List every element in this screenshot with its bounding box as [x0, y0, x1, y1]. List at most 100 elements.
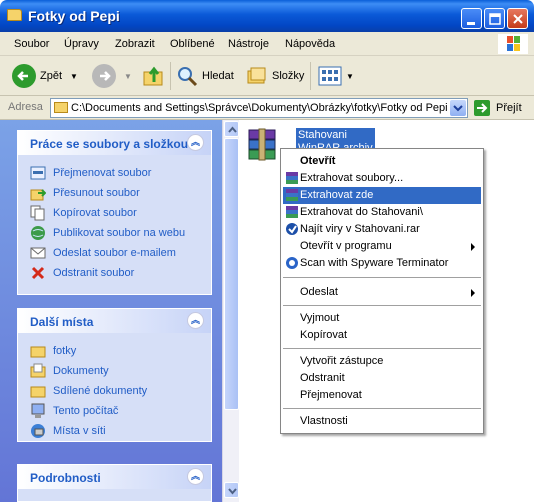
views-button[interactable]: ▼ [318, 61, 354, 91]
forward-button[interactable]: ▼ [92, 61, 132, 91]
up-folder-button[interactable] [142, 61, 166, 91]
menu-open-with[interactable]: Otevřít v programu [283, 238, 481, 255]
toolbar: Zpět ▼ ▼ Hledat Složky ▼ [0, 56, 534, 96]
place-shared-documents[interactable]: Sdílené dokumenty [30, 383, 147, 399]
shared-folder-icon [30, 386, 46, 398]
windows-logo-icon [498, 34, 528, 54]
search-icon [178, 67, 198, 87]
menu-separator [283, 277, 481, 278]
menu-soubor[interactable]: Soubor [14, 38, 49, 50]
forward-arrow-icon [92, 64, 116, 88]
menu-scan-viruses[interactable]: Najít viry v Stahovani.rar [283, 221, 481, 238]
panel-title[interactable]: Podrobnosti ︽ [18, 465, 211, 489]
up-folder-icon [143, 66, 163, 86]
antivirus-icon [286, 223, 298, 235]
address-input[interactable]: C:\Documents and Settings\Správce\Dokume… [50, 98, 468, 118]
task-pane: Práce se soubory a složkou ︽ Přejmenovat… [0, 120, 222, 502]
menu-extract-here[interactable]: Extrahovat zde [283, 187, 481, 204]
winrar-icon [286, 206, 298, 218]
task-publish[interactable]: Publikovat soubor na webu [30, 225, 185, 241]
file-tasks-panel: Práce se soubory a složkou ︽ Přejmenovat… [17, 130, 212, 295]
folder-icon [30, 346, 46, 358]
menu-upravy[interactable]: Úpravy [64, 38, 99, 50]
menu-copy[interactable]: Kopírovat [283, 327, 481, 344]
folders-icon [247, 67, 266, 84]
copy-icon [30, 205, 45, 221]
menu-napoveda[interactable]: Nápověda [285, 38, 335, 50]
address-bar: Adresa C:\Documents and Settings\Správce… [0, 96, 534, 120]
menu-nastroje[interactable]: Nástroje [228, 38, 269, 50]
menu-extract-to[interactable]: Extrahovat do Stahovani\ [283, 204, 481, 221]
computer-icon [31, 403, 45, 418]
place-my-computer[interactable]: Tento počítač [30, 403, 118, 419]
search-button[interactable]: Hledat [176, 61, 234, 91]
task-copy[interactable]: Kopírovat soubor [30, 205, 137, 221]
back-button[interactable]: Zpět ▼ [12, 61, 78, 91]
context-menu: Otevřít Extrahovat soubory... Extrahovat… [280, 148, 484, 434]
menu-delete[interactable]: Odstranit [283, 370, 481, 387]
menu-oblibene[interactable]: Oblíbené [170, 38, 215, 50]
forward-dropdown-icon[interactable]: ▼ [124, 72, 132, 81]
winrar-extract-icon [286, 189, 298, 201]
folder-icon [54, 102, 68, 113]
menu-open[interactable]: Otevřít [283, 153, 481, 170]
place-network[interactable]: Místa v síti [30, 423, 106, 439]
address-path: C:\Documents and Settings\Správce\Dokume… [71, 102, 448, 114]
task-email[interactable]: Odeslat soubor e-mailem [30, 245, 176, 261]
task-rename[interactable]: Přejmenovat soubor [30, 165, 151, 181]
delete-icon [31, 266, 45, 280]
address-dropdown-button[interactable] [450, 100, 466, 116]
spyware-terminator-icon [286, 257, 298, 269]
menu-separator [283, 408, 481, 409]
task-delete[interactable]: Odstranit soubor [30, 265, 134, 281]
chevron-down-icon [453, 105, 463, 112]
address-label: Adresa [8, 101, 43, 113]
place-fotky[interactable]: fotky [30, 343, 76, 359]
expand-icon[interactable]: ︽ [187, 468, 204, 485]
scroll-thumb[interactable] [224, 138, 239, 410]
go-button[interactable]: Přejít [474, 100, 522, 116]
maximize-button[interactable] [484, 8, 505, 29]
back-dropdown-icon[interactable]: ▼ [70, 72, 78, 81]
views-dropdown-icon[interactable]: ▼ [346, 72, 354, 81]
submenu-arrow-icon [471, 289, 475, 297]
menu-separator [283, 305, 481, 306]
minimize-button[interactable] [461, 8, 482, 29]
other-places-panel: Další místa ︽ fotky Dokumenty Sdílené do… [17, 308, 212, 442]
place-documents[interactable]: Dokumenty [30, 363, 109, 379]
globe-icon [31, 226, 45, 240]
folder-icon [7, 9, 22, 21]
network-icon [31, 424, 45, 438]
menu-extract-files[interactable]: Extrahovat soubory... [283, 170, 481, 187]
views-icon [318, 66, 342, 86]
menu-create-shortcut[interactable]: Vytvořit zástupce [283, 353, 481, 370]
rename-icon [30, 166, 46, 180]
folders-button[interactable]: Složky [246, 61, 304, 91]
vertical-scrollbar[interactable] [222, 120, 239, 502]
task-move[interactable]: Přesunout soubor [30, 185, 140, 201]
menu-rename[interactable]: Přejmenovat [283, 387, 481, 404]
panel-title[interactable]: Další místa ︽ [18, 309, 211, 333]
winrar-icon [286, 172, 298, 184]
chevron-down-icon [228, 488, 237, 495]
window-title: Fotky od Pepi [28, 8, 120, 24]
move-icon [30, 189, 46, 201]
chevron-up-icon [228, 126, 237, 133]
collapse-icon[interactable]: ︽ [187, 312, 204, 329]
menu-separator [283, 348, 481, 349]
collapse-icon[interactable]: ︽ [187, 134, 204, 151]
menu-properties[interactable]: Vlastnosti [283, 413, 481, 430]
email-icon [30, 247, 46, 259]
menu-spyware-terminator[interactable]: Scan with Spyware Terminator [283, 255, 481, 272]
scroll-up-button[interactable] [224, 121, 239, 137]
close-button[interactable] [507, 8, 528, 29]
menu-zobrazit[interactable]: Zobrazit [115, 38, 155, 50]
details-panel: Podrobnosti ︽ [17, 464, 212, 502]
menu-cut[interactable]: Vyjmout [283, 310, 481, 327]
menu-send-to[interactable]: Odeslat [283, 284, 481, 301]
menu-bar: Soubor Úpravy Zobrazit Oblíbené Nástroje… [0, 32, 534, 56]
title-bar[interactable]: Fotky od Pepi [0, 0, 534, 32]
scroll-down-button[interactable] [224, 482, 239, 498]
documents-icon [30, 363, 46, 378]
panel-title[interactable]: Práce se soubory a složkou ︽ [18, 131, 211, 155]
